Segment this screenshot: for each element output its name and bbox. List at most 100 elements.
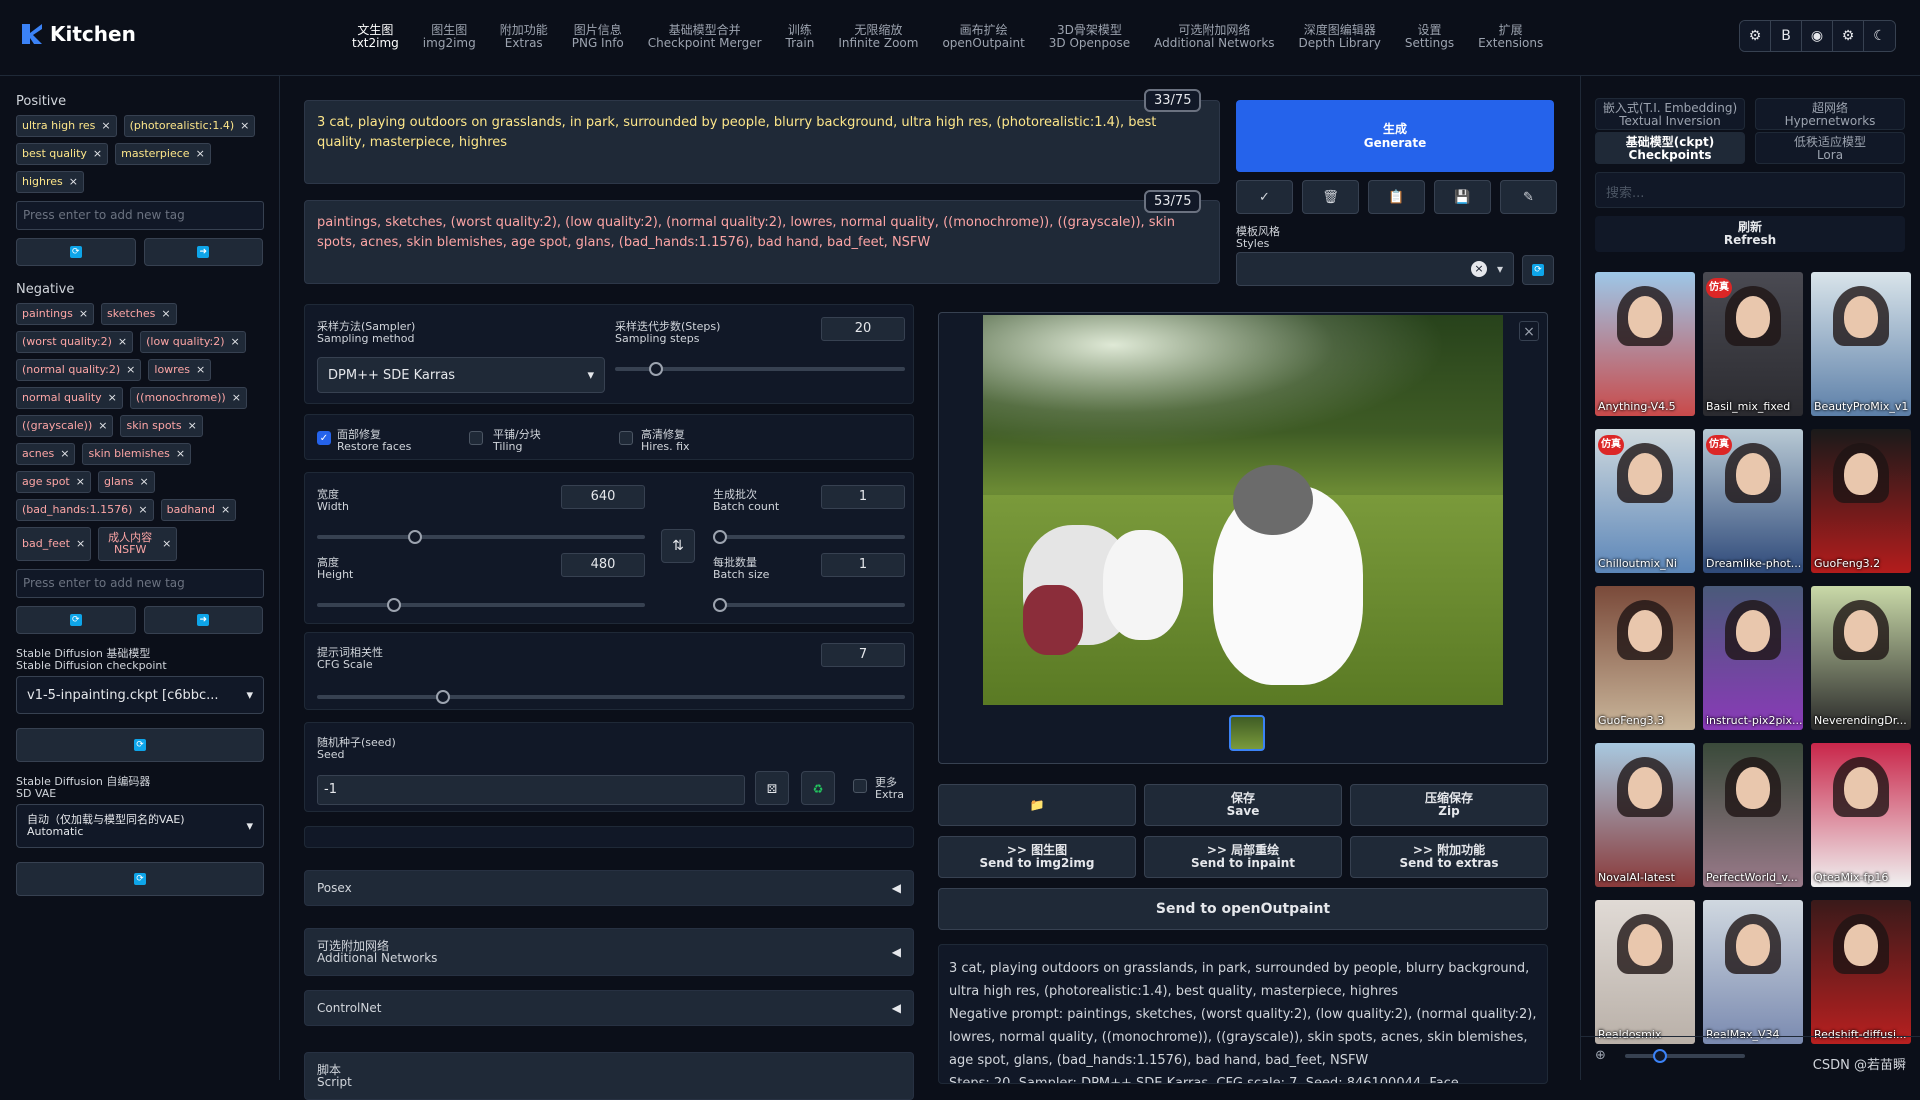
nav-tab-infinite-zoom[interactable]: 无限缩放 Infinite Zoom — [826, 24, 930, 50]
random-seed-button[interactable]: ⚄ — [755, 771, 789, 805]
negative-refresh-button[interactable]: ⟳ — [16, 606, 136, 634]
settings-small-icon[interactable]: ⚙ — [1740, 21, 1771, 51]
model-search-input[interactable]: 搜索... — [1595, 172, 1905, 208]
model-card[interactable]: 仿真 Dreamlike-phot... — [1703, 429, 1803, 573]
trash-button[interactable]: 🗑 — [1302, 180, 1359, 214]
width-input[interactable]: 640 — [561, 485, 645, 509]
nav-tab-openoutpaint[interactable]: 画布扩绘 openOutpaint — [930, 24, 1036, 50]
width-slider[interactable] — [317, 530, 645, 544]
nav-tab-extras[interactable]: 附加功能 Extras — [488, 24, 560, 50]
model-card[interactable]: GuoFeng3.2 — [1811, 429, 1911, 573]
tag-chip[interactable]: (worst quality:2) × — [16, 331, 134, 353]
generated-image[interactable] — [983, 315, 1503, 705]
send-to-inpaint-button[interactable]: >> 局部重绘 Send to inpaint — [1144, 836, 1342, 878]
model-card[interactable]: Anything-V4.5 — [1595, 272, 1695, 416]
tab-lora[interactable]: 低秩适应模型 Lora — [1755, 132, 1905, 164]
styles-select[interactable]: × ▾ — [1236, 252, 1514, 286]
zoom-slider[interactable] — [1625, 1049, 1745, 1063]
tag-chip[interactable]: glans × — [97, 471, 155, 493]
remove-tag-icon[interactable]: × — [98, 420, 107, 432]
cfg-slider[interactable] — [317, 690, 905, 704]
clipboard-button[interactable]: 📋 — [1368, 180, 1425, 214]
tag-chip[interactable]: (low quality:2) × — [140, 331, 246, 353]
model-card[interactable]: GuoFeng3.3 — [1595, 586, 1695, 730]
remove-tag-icon[interactable]: × — [231, 336, 240, 348]
tag-chip[interactable]: skin spots × — [120, 415, 203, 437]
batch-size-slider-knob[interactable] — [713, 598, 727, 612]
github-icon[interactable]: ◉ — [1802, 21, 1833, 51]
send-to-extras-button[interactable]: >> 附加功能 Send to extras — [1350, 836, 1548, 878]
tab-textual-inversion[interactable]: 嵌入式(T.I. Embedding) Textual Inversion — [1595, 98, 1745, 130]
tag-chip[interactable]: (photorealistic:1.4) × — [123, 115, 256, 137]
remove-tag-icon[interactable]: × — [79, 308, 88, 320]
tag-chip[interactable]: 成人内容 NSFW × — [98, 527, 178, 561]
zoom-slider-knob[interactable] — [1653, 1049, 1667, 1063]
model-card[interactable]: NovalAI-latest — [1595, 743, 1695, 887]
vae-select[interactable]: 自动（仅加载与模型同名的VAE) Automatic ▾ — [16, 804, 264, 848]
nav-tab-png-info[interactable]: 图片信息 PNG Info — [560, 24, 636, 50]
cfg-slider-knob[interactable] — [436, 690, 450, 704]
tag-chip[interactable]: badhand × — [160, 499, 237, 521]
batch-count-slider-knob[interactable] — [713, 530, 727, 544]
restore-faces-checkbox[interactable]: ✓ — [317, 431, 331, 445]
nav-tab-checkpoint-merger[interactable]: 基础模型合并 Checkpoint Merger — [636, 24, 774, 50]
remove-tag-icon[interactable]: × — [60, 448, 69, 460]
height-input[interactable]: 480 — [561, 553, 645, 577]
remove-tag-icon[interactable]: × — [196, 148, 205, 160]
tag-chip[interactable]: lowres × — [148, 359, 212, 381]
tag-chip[interactable]: acnes × — [16, 443, 76, 465]
checkpoint-refresh-button[interactable]: ⟳ — [16, 728, 264, 762]
extra-seed-checkbox[interactable] — [853, 779, 867, 793]
tab-checkpoints[interactable]: 基础模型(ckpt) Checkpoints — [1595, 132, 1745, 164]
batch-count-input[interactable]: 1 — [821, 485, 905, 509]
model-card[interactable]: 仿真 Basil_mix_fixed — [1703, 272, 1803, 416]
tag-chip[interactable]: (normal quality:2) × — [16, 359, 142, 381]
accordion-posex[interactable]: Posex ◀ — [304, 870, 914, 906]
remove-tag-icon[interactable]: × — [240, 120, 249, 132]
model-card[interactable]: Realdosmix — [1595, 900, 1695, 1044]
close-icon[interactable]: × — [1519, 321, 1539, 341]
remove-tag-icon[interactable]: × — [69, 176, 78, 188]
model-card[interactable]: QteaMix-fp16 — [1811, 743, 1911, 887]
positive-refresh-button[interactable]: ⟳ — [16, 238, 136, 266]
batch-size-input[interactable]: 1 — [821, 553, 905, 577]
b-icon[interactable]: B — [1771, 21, 1802, 51]
negative-send-button[interactable]: ➜ — [143, 606, 263, 634]
save-button[interactable]: 保存 Save — [1144, 784, 1342, 826]
tag-chip[interactable]: sketches × — [101, 303, 177, 325]
tag-chip[interactable]: skin blemishes × — [82, 443, 192, 465]
remove-tag-icon[interactable]: × — [162, 538, 171, 550]
tag-chip[interactable]: highres × — [16, 171, 84, 193]
thumbnail[interactable] — [1229, 715, 1265, 751]
accordion-script[interactable]: 脚本 Script — [304, 1052, 914, 1100]
styles-refresh-button[interactable]: ⟳ — [1522, 255, 1554, 285]
tag-chip[interactable]: age spot × — [16, 471, 91, 493]
height-slider-knob[interactable] — [387, 598, 401, 612]
batch-count-slider[interactable] — [713, 530, 905, 544]
nav-tab-settings[interactable]: 设置 Settings — [1393, 24, 1466, 50]
tag-chip[interactable]: ((monochrome)) × — [129, 387, 247, 409]
steps-slider-knob[interactable] — [649, 362, 663, 376]
nav-tab-txt2img[interactable]: 文生图 txt2img — [340, 24, 411, 50]
negative-tag-input[interactable]: Press enter to add new tag — [16, 569, 264, 598]
model-card[interactable]: instruct-pix2pix... — [1703, 586, 1803, 730]
seed-input[interactable]: -1 — [317, 775, 745, 805]
remove-tag-icon[interactable]: × — [196, 364, 205, 376]
remove-tag-icon[interactable]: × — [188, 420, 197, 432]
clear-icon[interactable]: × — [1470, 261, 1487, 277]
nav-tab-train[interactable]: 训练 Train — [774, 24, 827, 50]
nav-tab-additional-networks[interactable]: 可选附加网络 Additional Networks — [1142, 24, 1286, 50]
vae-refresh-button[interactable]: ⟳ — [16, 862, 264, 896]
remove-tag-icon[interactable]: × — [232, 392, 241, 404]
model-card[interactable]: PerfectWorld_v... — [1703, 743, 1803, 887]
zip-button[interactable]: 压缩保存 Zip — [1350, 784, 1548, 826]
nav-tab-depth-library[interactable]: 深度图编辑器 Depth Library — [1287, 24, 1393, 50]
model-card[interactable]: RealMax_V34 — [1703, 900, 1803, 1044]
steps-slider[interactable] — [615, 362, 905, 376]
remove-tag-icon[interactable]: × — [118, 336, 127, 348]
accordion-additional-networks[interactable]: 可选附加网络 Additional Networks ◀ — [304, 928, 914, 976]
save-style-button[interactable]: 💾 — [1434, 180, 1491, 214]
tag-chip[interactable]: best quality × — [16, 143, 109, 165]
zoom-icon[interactable]: ⊕ — [1595, 1048, 1606, 1063]
magic-wand-button[interactable]: ✎ — [1500, 180, 1557, 214]
